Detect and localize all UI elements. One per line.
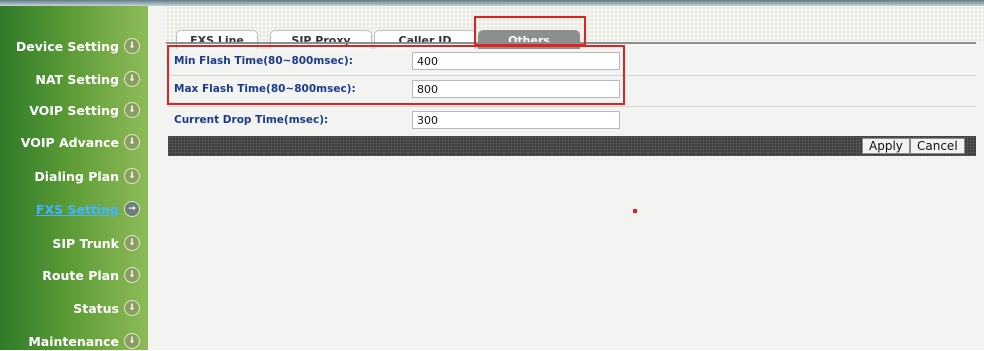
arrow-down-circle-icon: ⇓	[124, 267, 140, 283]
sidebar-item-sip-trunk[interactable]: SIP Trunk ⇓	[52, 233, 140, 253]
sidebar-item-label: Maintenance	[28, 333, 119, 349]
arrow-down-circle-icon: ⇓	[124, 333, 140, 349]
sidebar-item-label: VOIP Setting	[29, 102, 119, 118]
sidebar-item-device-setting[interactable]: Device Setting ⇓	[16, 36, 140, 56]
arrow-down-circle-icon: ⇓	[124, 71, 140, 87]
sidebar-item-label: Dialing Plan	[34, 168, 119, 184]
arrow-down-circle-icon: ⇓	[124, 168, 140, 184]
sidebar-item-label: Route Plan	[42, 267, 119, 283]
tab-sip-proxy[interactable]: SIP Proxy	[270, 30, 372, 49]
sidebar-item-maintenance[interactable]: Maintenance ⇓	[28, 331, 140, 351]
sidebar-item-label: NAT Setting	[35, 71, 119, 87]
current-drop-label: Current Drop Time(msec):	[174, 114, 329, 126]
tab-label: Others	[508, 33, 550, 47]
min-flash-label: Min Flash Time(80~800msec):	[174, 55, 353, 67]
button-bar: Apply Cancel	[168, 136, 976, 156]
current-drop-input[interactable]	[412, 111, 620, 129]
sidebar-item-label: VOIP Advance	[20, 134, 119, 150]
row-divider	[168, 106, 976, 107]
arrow-down-circle-icon: ⇓	[124, 300, 140, 316]
tab-others[interactable]: Others	[478, 30, 580, 49]
tab-caller-id[interactable]: Caller ID	[374, 30, 476, 49]
arrow-down-circle-icon: ⇓	[124, 134, 140, 150]
cursor-marker	[633, 209, 637, 213]
current-drop-row: Current Drop Time(msec):	[168, 109, 976, 131]
arrow-right-circle-icon: →	[124, 201, 140, 217]
sidebar-item-fxs-setting[interactable]: FXS Setting →	[36, 199, 140, 219]
arrow-down-circle-icon: ⇓	[124, 38, 140, 54]
sidebar-item-voip-setting[interactable]: VOIP Setting ⇓	[29, 100, 140, 120]
sidebar-item-dialing-plan[interactable]: Dialing Plan ⇓	[34, 166, 140, 186]
arrow-down-circle-icon: ⇓	[124, 235, 140, 251]
max-flash-input[interactable]	[412, 80, 620, 98]
min-flash-input[interactable]	[412, 52, 620, 70]
tab-underline	[166, 42, 976, 44]
sidebar-item-route-plan[interactable]: Route Plan ⇓	[42, 265, 140, 285]
sidebar-item-label: Status	[73, 300, 119, 316]
row-divider	[168, 75, 976, 76]
sidebar-item-label: SIP Trunk	[52, 235, 119, 251]
sidebar-item-voip-advance[interactable]: VOIP Advance ⇓	[21, 132, 140, 152]
sidebar-item-status[interactable]: Status ⇓	[73, 298, 140, 318]
apply-button[interactable]: Apply	[862, 138, 910, 154]
min-flash-row: Min Flash Time(80~800msec):	[168, 50, 976, 72]
sidebar-nav: Device Setting ⇓ NAT Setting ⇓ VOIP Sett…	[0, 6, 148, 350]
sidebar-item-nat-setting[interactable]: NAT Setting ⇓	[35, 69, 140, 89]
arrow-down-circle-icon: ⇓	[124, 102, 140, 118]
sidebar-item-label: Device Setting	[15, 38, 119, 54]
cancel-button[interactable]: Cancel	[910, 138, 965, 154]
tab-fxs-line[interactable]: FXS Line	[176, 30, 258, 49]
tab-strip: FXS Line SIP Proxy Caller ID Others	[166, 6, 984, 49]
sidebar-item-label: FXS Setting	[35, 201, 119, 217]
max-flash-row: Max Flash Time(80~800msec):	[168, 78, 976, 100]
max-flash-label: Max Flash Time(80~800msec):	[174, 83, 356, 95]
tab-label: FXS Line	[190, 33, 244, 47]
tab-label: Caller ID	[398, 33, 452, 47]
tab-label: SIP Proxy	[291, 33, 351, 47]
